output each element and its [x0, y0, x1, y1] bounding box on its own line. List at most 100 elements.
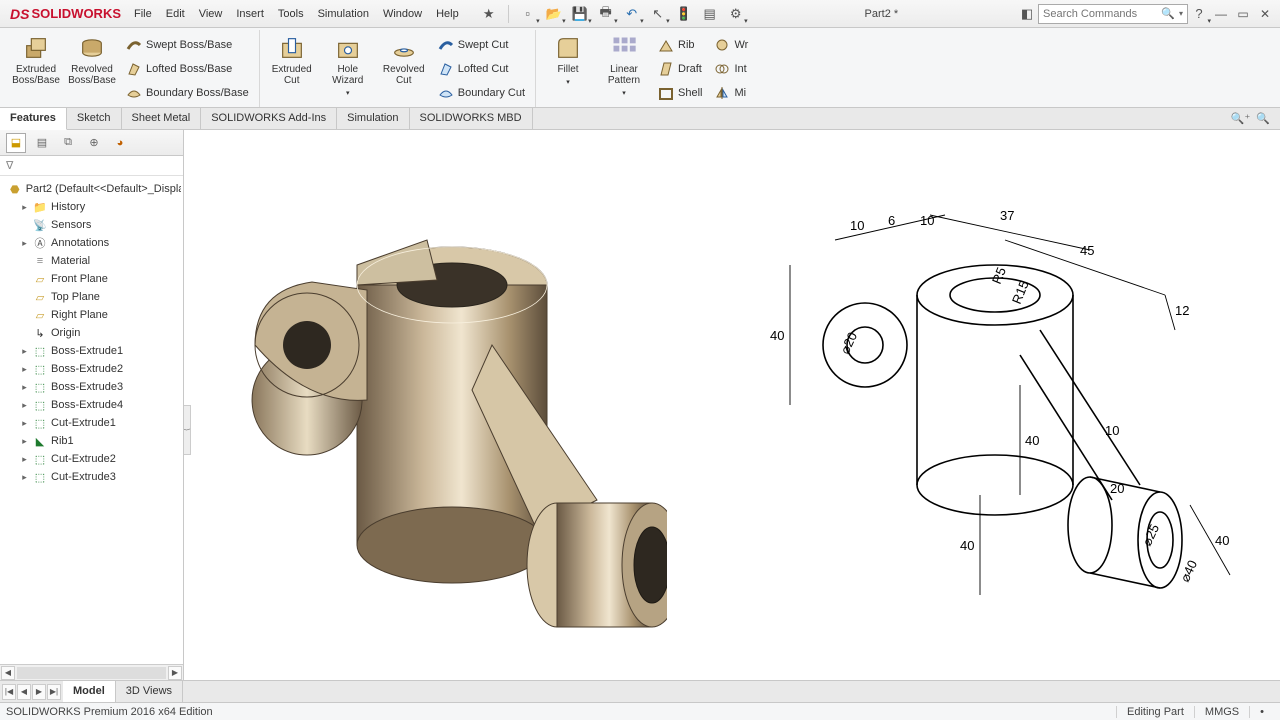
tree-item[interactable]: 📡Sensors [2, 216, 181, 234]
tree-item[interactable]: ▸📁History [2, 198, 181, 216]
expand-icon[interactable]: ▸ [20, 400, 29, 411]
tree-item[interactable]: ▱Top Plane [2, 288, 181, 306]
search-commands[interactable]: 🔍 ▾ [1038, 4, 1188, 24]
linear-pattern-button[interactable]: Linear Pattern▾ [598, 32, 650, 99]
zoom-to-fit-icon[interactable]: 🔍⁺ [1231, 112, 1251, 125]
menu-window[interactable]: Window [376, 1, 429, 27]
tree-item[interactable]: ▱Right Plane [2, 306, 181, 324]
swept-cut-button[interactable]: Swept Cut [434, 34, 529, 56]
tree-item[interactable]: ▸⬚Boss-Extrude1 [2, 342, 181, 360]
tree-item[interactable]: ▸⬚Cut-Extrude1 [2, 414, 181, 432]
expand-icon[interactable]: ▸ [20, 418, 29, 429]
tab-simulation[interactable]: Simulation [337, 108, 409, 129]
tree-root[interactable]: ⬣ Part2 (Default<<Default>_Displa [2, 180, 181, 198]
search-icon[interactable]: 🔍 [1161, 7, 1175, 20]
expand-icon[interactable]: ▸ [20, 364, 29, 375]
close-icon[interactable]: ✕ [1254, 4, 1276, 24]
status-menu-icon[interactable]: • [1249, 706, 1274, 718]
rebuild-icon[interactable]: 🚦 [673, 3, 695, 25]
minimize-icon[interactable]: — [1210, 4, 1232, 24]
tab-first-icon[interactable]: |◀ [2, 684, 16, 700]
undo-icon[interactable]: ↶▾ [621, 3, 643, 25]
tree-item-label: Right Plane [51, 309, 108, 321]
expand-icon[interactable]: ▸ [20, 238, 29, 249]
tree-item[interactable]: ↳Origin [2, 324, 181, 342]
filter-row[interactable]: ∇ [0, 156, 183, 176]
boundary-boss-base-button[interactable]: Boundary Boss/Base [122, 82, 253, 104]
save-icon[interactable]: 💾▾ [569, 3, 591, 25]
tab-sheet-metal[interactable]: Sheet Metal [122, 108, 202, 129]
configuration-manager-tab-icon[interactable]: ⧉ [58, 133, 78, 153]
menu-tools[interactable]: Tools [271, 1, 311, 27]
graphics-viewport[interactable]: ⟩ [184, 130, 1280, 680]
feature-tree-hscroll[interactable]: ◀ ▶ [0, 664, 183, 680]
tab-last-icon[interactable]: ▶| [47, 684, 61, 700]
rib-button[interactable]: Rib [654, 34, 706, 56]
tree-item[interactable]: ▸⬚Boss-Extrude3 [2, 378, 181, 396]
mirror-button[interactable]: Mi [710, 82, 752, 104]
tab-prev-icon[interactable]: ◀ [17, 684, 31, 700]
draft-button[interactable]: Draft [654, 58, 706, 80]
tree-item[interactable]: ▸⬚Cut-Extrude2 [2, 450, 181, 468]
options-list-icon[interactable]: ▤ [699, 3, 721, 25]
search-type-icon[interactable]: ◧ [1016, 3, 1038, 25]
view-tab-3d-views[interactable]: 3D Views [116, 681, 183, 702]
tree-item[interactable]: ▸⬚Boss-Extrude4 [2, 396, 181, 414]
expand-icon[interactable]: ▸ [20, 472, 29, 483]
tree-item[interactable]: ▸◣Rib1 [2, 432, 181, 450]
tab-features[interactable]: Features [0, 108, 67, 130]
tab-solidworks-mbd[interactable]: SOLIDWORKS MBD [410, 108, 533, 129]
extruded-boss-base-button[interactable]: Extruded Boss/Base [10, 32, 62, 86]
tree-item[interactable]: ▸⬚Boss-Extrude2 [2, 360, 181, 378]
expand-icon[interactable]: ▸ [20, 454, 29, 465]
lofted-boss-base-button[interactable]: Lofted Boss/Base [122, 58, 253, 80]
shell-button[interactable]: Shell [654, 82, 706, 104]
tree-item[interactable]: ▱Front Plane [2, 270, 181, 288]
menu-simulation[interactable]: Simulation [311, 1, 376, 27]
open-doc-icon[interactable]: 📂▾ [543, 3, 565, 25]
hole-wizard-button[interactable]: Hole Wizard▾ [322, 32, 374, 99]
revolved-boss-base-button[interactable]: Revolved Boss/Base [66, 32, 118, 86]
feature-tree[interactable]: ⬣ Part2 (Default<<Default>_Displa ▸📁Hist… [0, 176, 183, 664]
tree-item[interactable]: ≡Material [2, 252, 181, 270]
tab-next-icon[interactable]: ▶ [32, 684, 46, 700]
status-units[interactable]: MMGS [1194, 706, 1249, 718]
help-icon[interactable]: ?▾ [1188, 3, 1210, 25]
restore-icon[interactable]: ▭ [1232, 4, 1254, 24]
feature-manager-tab-icon[interactable]: ⬓ [6, 133, 26, 153]
scroll-right-icon[interactable]: ▶ [168, 666, 182, 680]
scroll-left-icon[interactable]: ◀ [1, 666, 15, 680]
property-manager-tab-icon[interactable]: ▤ [32, 133, 52, 153]
menu-help[interactable]: Help [429, 1, 466, 27]
zoom-window-icon[interactable]: 🔍 [1256, 112, 1270, 125]
select-icon[interactable]: ↖▾ [647, 3, 669, 25]
menu-edit[interactable]: Edit [159, 1, 192, 27]
tree-item[interactable]: ▸⬚Cut-Extrude3 [2, 468, 181, 486]
revolved-cut-button[interactable]: Revolved Cut [378, 32, 430, 86]
display-manager-tab-icon[interactable]: ◕ [110, 133, 130, 153]
wrap-button[interactable]: Wr [710, 34, 752, 56]
dimxpert-manager-tab-icon[interactable]: ⊕ [84, 133, 104, 153]
expand-icon[interactable]: ▸ [20, 382, 29, 393]
print-icon[interactable]: 🖶▾ [595, 3, 617, 25]
tab-solidworks-add-ins[interactable]: SOLIDWORKS Add-Ins [201, 108, 337, 129]
expand-icon[interactable]: ▸ [20, 346, 29, 357]
swept-boss-base-button[interactable]: Swept Boss/Base [122, 34, 253, 56]
view-tab-model[interactable]: Model [63, 681, 116, 702]
fillet-button[interactable]: Fillet▾ [542, 32, 594, 88]
search-input[interactable] [1043, 8, 1157, 20]
menu-file[interactable]: File [127, 1, 159, 27]
tab-sketch[interactable]: Sketch [67, 108, 122, 129]
star-icon[interactable]: ★ [478, 3, 500, 25]
tree-item[interactable]: ▸ⒶAnnotations [2, 234, 181, 252]
menu-insert[interactable]: Insert [229, 1, 271, 27]
new-doc-icon[interactable]: ▫▾ [517, 3, 539, 25]
menu-view[interactable]: View [192, 1, 230, 27]
expand-icon[interactable]: ▸ [20, 202, 29, 213]
lofted-cut-button[interactable]: Lofted Cut [434, 58, 529, 80]
intersect-button[interactable]: Int [710, 58, 752, 80]
extruded-cut-button[interactable]: Extruded Cut [266, 32, 318, 86]
settings-gear-icon[interactable]: ⚙▾ [725, 3, 747, 25]
expand-icon[interactable]: ▸ [20, 436, 29, 447]
boundary-cut-button[interactable]: Boundary Cut [434, 82, 529, 104]
